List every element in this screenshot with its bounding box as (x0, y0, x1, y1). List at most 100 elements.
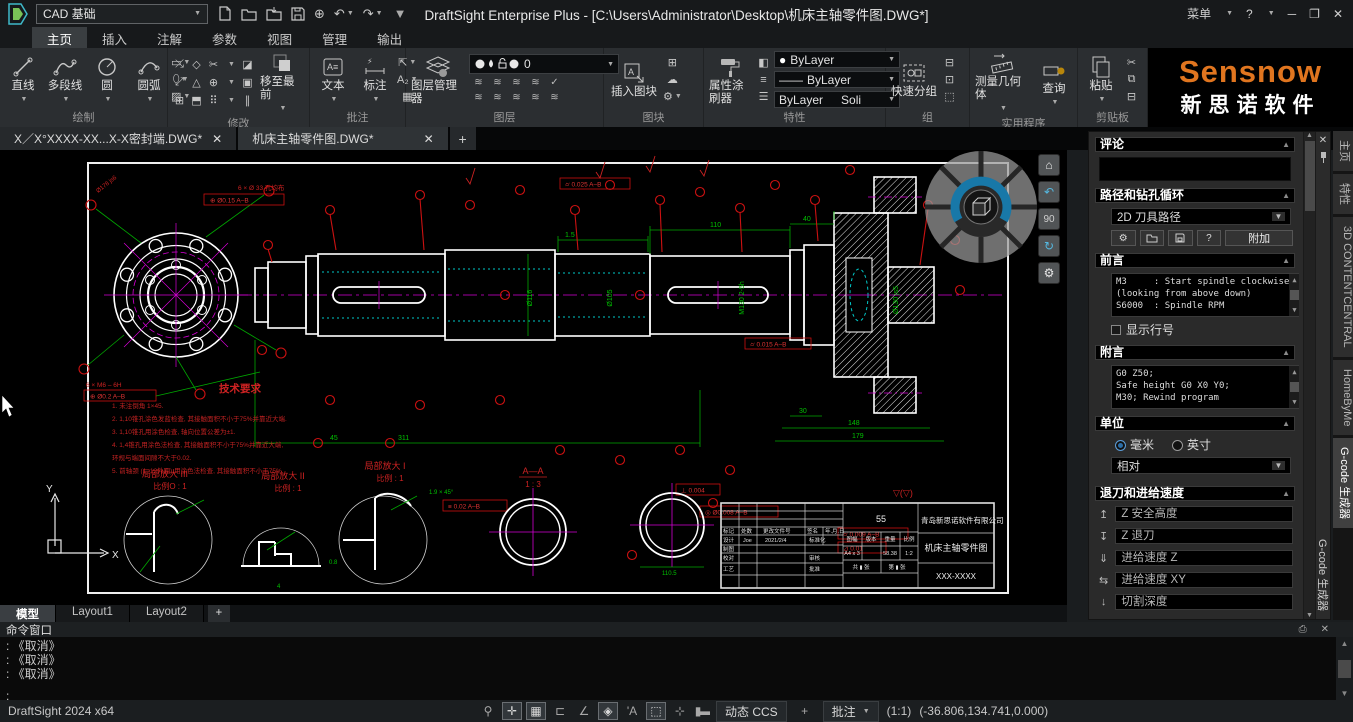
paste-button[interactable]: 粘贴▼ (1081, 54, 1121, 106)
scroll-up-icon[interactable]: ▲ (1292, 366, 1296, 378)
comments-section-header[interactable]: 评论▲ (1095, 137, 1295, 152)
scroll-thumb[interactable] (1305, 141, 1315, 211)
show-line-numbers-checkbox[interactable] (1111, 325, 1121, 335)
grid-toggle[interactable]: ▦ (526, 702, 546, 720)
path-section-header[interactable]: 路径和钻孔循环▲ (1095, 188, 1295, 203)
units-section-header[interactable]: 单位▲ (1095, 416, 1295, 431)
copy-with-base-button[interactable]: ⊟ (1123, 89, 1140, 105)
define-block-button[interactable]: ⊞ (663, 55, 682, 71)
postamble-section-header[interactable]: 附言▲ (1095, 345, 1295, 360)
linetype-select[interactable]: ——ByLayer▼ (774, 71, 900, 88)
tab-home[interactable]: 主页 (32, 27, 87, 48)
dynamic-ccs-button[interactable]: 动态 CCS (716, 701, 787, 722)
lineweight-icon[interactable]: ☰ (755, 89, 772, 105)
annotation-scale-select[interactable]: 批注▼ (823, 701, 879, 722)
minimize-button[interactable]: ─ (1288, 7, 1297, 21)
selection-filter-toggle[interactable]: ⚲ (478, 702, 498, 720)
orbit-button[interactable]: ↻ (1038, 235, 1060, 257)
close-icon[interactable]: ✕ (212, 132, 222, 146)
units-mode-select[interactable]: 相对▼ (1111, 457, 1291, 474)
feeds-section-header[interactable]: 退刀和进给速度▲ (1095, 486, 1295, 501)
print-preview-toggle[interactable]: ▮ (688, 702, 708, 720)
scroll-down-icon[interactable]: ▼ (1292, 396, 1296, 408)
dock-tab-homebyme[interactable]: HomeByMe (1333, 360, 1353, 435)
new-file-button[interactable] (218, 6, 232, 21)
layer-on-check-icon[interactable]: ✓ (550, 77, 558, 88)
maximize-button[interactable]: ❐ (1309, 7, 1320, 21)
trim-button[interactable]: ✂ (209, 58, 218, 71)
z-retract-input[interactable]: Z 退刀 (1115, 528, 1293, 544)
command-window[interactable]: 命令窗口 ⎙ ✕ : 《取消》 : 《取消》 : 《取消》 : ▲ ▼ (0, 622, 1353, 700)
scroll-up-icon[interactable]: ▲ (1341, 639, 1349, 648)
layer-off-button[interactable]: ≋ (474, 77, 482, 88)
layer-manager-button[interactable]: 图层管理器 (409, 54, 467, 106)
tab-annotate[interactable]: 注解 (142, 27, 197, 48)
menu-button[interactable]: 菜单 (1187, 5, 1211, 22)
attach-button[interactable]: 附加 (1225, 230, 1293, 246)
preamble-textarea[interactable]: M3 : Start spindle clockwise (looking fr… (1111, 273, 1299, 317)
publish-button[interactable]: ⊕ (314, 6, 325, 22)
document-tab-2[interactable]: 机床主轴零件图.DWG* ✕ (238, 127, 447, 150)
move-button[interactable]: ⤯ (175, 58, 184, 71)
workspace-select[interactable]: CAD 基础 ▼ (36, 4, 208, 24)
open-file-button[interactable] (241, 7, 257, 21)
tab-manage[interactable]: 管理 (307, 27, 362, 48)
erase-button[interactable]: ◪ (242, 58, 252, 71)
text-button[interactable]: A≡ 文本▼ (313, 54, 353, 106)
save-button[interactable] (291, 7, 305, 21)
toolpath-select[interactable]: 2D 刀具路径▼ (1111, 208, 1291, 225)
rotate-button[interactable]: ⊕ (209, 76, 218, 89)
feed-rate-xy-input[interactable]: 进给速度 XY (1115, 572, 1293, 588)
command-scrollbar[interactable]: ▲ ▼ (1336, 637, 1353, 700)
scroll-thumb[interactable] (1290, 290, 1299, 300)
collapse-icon[interactable]: ▲ (1282, 254, 1290, 267)
layer-isolate-button[interactable]: ≋ (493, 77, 501, 88)
home-view-button[interactable]: ⌂ (1038, 154, 1060, 176)
new-sheet-button[interactable]: + (208, 605, 230, 622)
unit-mm-radio[interactable]: 毫米 (1115, 436, 1154, 453)
ungroup-button[interactable]: ⊟ (941, 55, 958, 71)
pin-icon[interactable] (1319, 151, 1328, 163)
tab-insert[interactable]: 插入 (87, 27, 142, 48)
line-button[interactable]: 直线▼ (3, 54, 43, 106)
preamble-scrollbar[interactable]: ▲▼ (1289, 274, 1299, 316)
postamble-textarea[interactable]: G0 Z50; Safe height G0 X0 Y0; M30; Rewin… (1111, 365, 1299, 409)
scale-button[interactable]: ⤢ (175, 76, 184, 89)
color-select[interactable]: ●ByLayer▼ (774, 51, 900, 68)
etrack-toggle[interactable]: 'A (622, 702, 642, 720)
postamble-scrollbar[interactable]: ▲▼ (1289, 366, 1299, 408)
dock-tab-home[interactable]: 主页 (1333, 131, 1353, 171)
cut-button[interactable]: ✂ (1123, 55, 1140, 71)
tab-parametric[interactable]: 参数 (197, 27, 252, 48)
collapse-icon[interactable]: ▲ (1282, 346, 1290, 359)
drawing-canvas[interactable]: Ø178 js6 6 × Ø 33 孔均布 ⊕ Ø0.15 A–B 6 × M6… (0, 150, 1067, 605)
dock-tab-gcode[interactable]: G-code 生成器 (1333, 438, 1353, 528)
sheet-tab-model[interactable]: 模型 (0, 605, 56, 622)
add-workspace-icon[interactable]: + (795, 702, 815, 720)
pattern-button[interactable]: ⠿ (209, 94, 217, 107)
circle-button[interactable]: 圆▼ (87, 54, 127, 106)
close-icon[interactable]: ✕ (424, 132, 434, 146)
ccs-toggle[interactable]: ⊹ (670, 702, 690, 720)
command-copy-icon[interactable]: ⎙ (1299, 624, 1307, 635)
navigation-wheel[interactable] (925, 151, 1037, 263)
command-close-icon[interactable]: ✕ (1321, 624, 1329, 635)
scroll-up-icon[interactable]: ▲ (1306, 132, 1313, 139)
layer-select[interactable]: 0 ▼ (469, 54, 619, 74)
property-painter-button[interactable]: 属性涂刷器 (707, 54, 753, 106)
snap-toggle[interactable]: ✛ (502, 702, 522, 720)
split-button[interactable]: ∥ (245, 94, 251, 107)
layer-unlock-button[interactable]: ≋ (531, 92, 539, 103)
layer-lock-button[interactable]: ≋ (531, 77, 539, 88)
redo-button[interactable]: ↷▼ (363, 6, 383, 22)
scroll-down-icon[interactable]: ▼ (1306, 612, 1313, 619)
tab-view[interactable]: 视图 (252, 27, 307, 48)
collapse-icon[interactable]: ▲ (1282, 138, 1290, 151)
comments-input[interactable] (1099, 157, 1291, 181)
document-tab-1[interactable]: X／X°XXXX-XX...X-X密封端.DWG* ✕ (0, 127, 236, 150)
rotate-90-button[interactable]: 90 (1038, 208, 1060, 230)
color-swatch-icon[interactable]: ◧ (755, 55, 772, 71)
z-safe-height-input[interactable]: Z 安全高度 (1115, 506, 1293, 522)
path-settings-button[interactable]: ⚙ (1111, 230, 1136, 246)
arc-button[interactable]: 圆弧▼ (129, 54, 169, 106)
